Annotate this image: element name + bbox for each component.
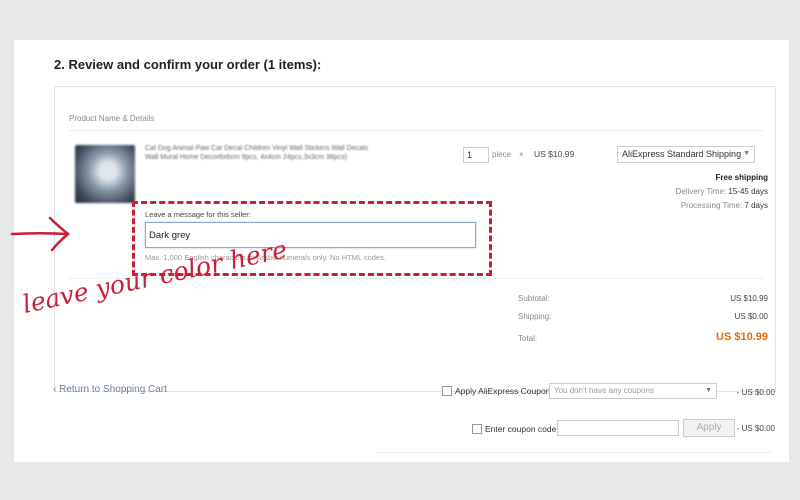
delivery-time-label: Delivery Time:	[675, 187, 727, 196]
processing-time: Processing Time: 7 days	[681, 201, 768, 210]
coupon-amount: - US $0.00	[736, 388, 775, 397]
delivery-time: Delivery Time: 15-45 days	[675, 187, 768, 196]
coupon-code-checkbox[interactable]	[472, 424, 482, 434]
quantity-unit: piece	[492, 150, 512, 159]
apply-coupon-checkbox[interactable]	[442, 386, 452, 396]
chevron-down-icon: ▼	[743, 150, 750, 157]
code-amount: - US $0.00	[736, 424, 775, 433]
subtotal-label: Subtotal:	[518, 294, 550, 303]
processing-time-value: 7 days	[744, 201, 768, 210]
quantity-input[interactable]	[463, 147, 489, 163]
order-review-panel: 2. Review and confirm your order (1 item…	[14, 40, 789, 462]
shipping-method-value: AliExpress Standard Shipping	[622, 149, 742, 159]
processing-time-label: Processing Time:	[680, 201, 743, 210]
return-to-cart-link[interactable]: ‹ Return to Shopping Cart	[53, 384, 167, 395]
delivery-time-value: 15-45 days	[728, 187, 768, 196]
shipping-method-select[interactable]: AliExpress Standard Shipping ▼	[617, 146, 755, 163]
apply-button[interactable]: Apply	[683, 419, 735, 437]
subtotal-value: US $10.99	[730, 294, 768, 303]
divider	[69, 130, 763, 131]
shipping-cost-value: US $0.00	[734, 312, 768, 321]
red-arrow-icon	[10, 216, 70, 252]
divider	[376, 452, 772, 453]
apply-coupon-label: Apply AliExpress Coupon:	[455, 386, 553, 396]
shipping-cost-label: Shipping:	[518, 312, 552, 321]
section-title: 2. Review and confirm your order (1 item…	[54, 57, 322, 72]
coupon-select[interactable]: You don't have any coupons ▼	[549, 383, 717, 399]
chevron-down-icon: ▼	[705, 387, 712, 394]
column-header: Product Name & Details	[69, 114, 155, 123]
free-shipping-label: Free shipping	[715, 173, 768, 182]
product-thumbnail[interactable]	[75, 145, 135, 203]
product-name-link[interactable]: Cat Dog Animal Paw Car Decal Children Vi…	[145, 144, 380, 162]
times-sign: ×	[519, 150, 524, 159]
unit-price: US $10.99	[534, 149, 575, 159]
coupon-code-input[interactable]	[557, 420, 679, 436]
total-label: Total:	[518, 334, 538, 343]
coupon-select-placeholder: You don't have any coupons	[554, 386, 654, 395]
order-box: Product Name & Details Cat Dog Animal Pa…	[54, 86, 776, 392]
coupon-code-label: Enter coupon code:	[485, 424, 559, 434]
total-value: US $10.99	[716, 331, 768, 343]
